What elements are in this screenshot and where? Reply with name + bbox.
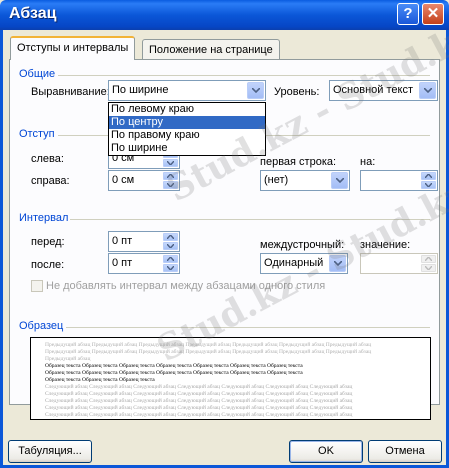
line-spacing-select[interactable]: Одинарный <box>260 253 348 274</box>
spacing-after-spinner[interactable]: 0 пт <box>108 253 180 274</box>
help-button[interactable]: ? <box>397 3 419 25</box>
paragraph-preview: Предыдущий абзац Предыдущий абзац Предыд… <box>30 337 431 420</box>
spacing-after-value: 0 пт <box>112 257 133 269</box>
alignment-option-center[interactable]: По центру <box>109 116 265 129</box>
spacing-section-title: Интервал <box>19 212 69 224</box>
spin-down-icon[interactable] <box>163 159 178 167</box>
indent-right-label: справа: <box>31 175 70 187</box>
preview-sample-line: Образец текста Образец текста Образец те… <box>45 363 303 369</box>
preview-section-title: Образец <box>19 320 64 332</box>
divider <box>266 135 430 136</box>
no-space-same-style-label: Не добавлять интервал между абзацами одн… <box>46 280 326 292</box>
tab-indents-spacing[interactable]: Отступы и интервалы <box>10 36 136 60</box>
spacing-before-value: 0 пт <box>112 235 133 247</box>
chevron-down-icon[interactable] <box>247 82 264 99</box>
preview-next-line: Следующий абзац Следующий абзац Следующи… <box>45 405 353 411</box>
spinner-buttons[interactable] <box>163 233 178 250</box>
close-button[interactable]: ✕ <box>422 3 444 25</box>
spin-up-icon[interactable] <box>163 255 178 263</box>
tab-line-page-breaks[interactable]: Положение на странице <box>142 39 280 61</box>
chevron-down-icon[interactable] <box>419 82 436 99</box>
cancel-button[interactable]: Отмена <box>368 440 442 463</box>
preview-next-line: Следующий абзац Следующий абзац Следующи… <box>45 391 353 397</box>
spinner-buttons[interactable] <box>421 255 436 272</box>
spinner-buttons[interactable] <box>163 172 178 189</box>
level-label: Уровень: <box>274 86 320 98</box>
alignment-value: По ширине <box>112 84 169 96</box>
preview-sample-line: Образец текста Образец текста Образец те… <box>45 377 155 383</box>
window-title: Абзац <box>9 5 57 22</box>
indent-left-label: слева: <box>31 153 64 165</box>
spin-down-icon[interactable] <box>421 181 436 189</box>
spacing-before-label: перед: <box>31 236 65 248</box>
preview-sample-line: Образец текста Образец текста Образец те… <box>45 370 303 376</box>
tabs-button[interactable]: Табуляция... <box>8 440 92 463</box>
first-line-value: (нет) <box>264 174 289 186</box>
line-spacing-at-label: значение: <box>360 239 411 251</box>
alignment-option-justify[interactable]: По ширине <box>109 142 265 155</box>
first-line-by-label: на: <box>360 156 376 168</box>
spin-down-icon[interactable] <box>163 264 178 272</box>
no-space-same-style-checkbox[interactable] <box>31 280 43 292</box>
alignment-option-left[interactable]: По левому краю <box>109 103 265 116</box>
chevron-down-icon[interactable] <box>331 172 348 189</box>
line-spacing-at-spinner[interactable] <box>360 253 438 274</box>
preview-next-line: Следующий абзац Следующий абзац Следующи… <box>45 412 353 418</box>
spin-down-icon[interactable] <box>421 264 436 272</box>
level-select[interactable]: Основной текст <box>329 80 438 101</box>
preview-previous-line: Предыдущий абзац Предыдущий абзац Предыд… <box>45 349 372 355</box>
first-line-select[interactable]: (нет) <box>260 170 350 191</box>
spin-down-icon[interactable] <box>163 242 178 250</box>
alignment-select[interactable]: По ширине <box>108 80 266 101</box>
divider <box>58 135 108 136</box>
spin-down-icon[interactable] <box>163 181 178 189</box>
preview-next-line: Следующий абзац Следующий абзац Следующи… <box>45 398 353 404</box>
preview-previous-line: Предыдущий абзац Предыдущий абзац Предыд… <box>45 342 372 348</box>
alignment-option-right[interactable]: По правому краю <box>109 129 265 142</box>
line-spacing-value: Одинарный <box>264 257 324 269</box>
divider <box>66 327 430 328</box>
spin-up-icon[interactable] <box>163 172 178 180</box>
general-section-title: Общие <box>19 68 56 80</box>
preview-next-line: Следующий абзац Следующий абзац Следующи… <box>45 384 353 390</box>
spacing-before-spinner[interactable]: 0 пт <box>108 231 180 252</box>
spinner-buttons[interactable] <box>421 172 436 189</box>
line-spacing-label: междустрочный: <box>260 239 345 251</box>
divider <box>70 219 430 220</box>
ok-button[interactable]: OK <box>289 440 363 463</box>
indent-section-title: Отступ <box>19 128 55 140</box>
chevron-down-icon[interactable] <box>329 255 346 272</box>
first-line-label: первая строка: <box>260 156 337 168</box>
spacing-after-label: после: <box>31 259 65 271</box>
title-bar[interactable]: Абзац ? ✕ <box>0 0 449 30</box>
spinner-buttons[interactable] <box>163 255 178 272</box>
preview-previous-line: Предыдущий абзац <box>45 356 91 362</box>
indent-right-value: 0 см <box>112 174 135 186</box>
divider <box>58 75 430 76</box>
alignment-dropdown-list[interactable]: По левому краю По центру По правому краю… <box>108 102 266 156</box>
level-value: Основной текст <box>333 84 413 96</box>
spin-up-icon[interactable] <box>421 172 436 180</box>
spin-up-icon[interactable] <box>163 233 178 241</box>
first-line-by-spinner[interactable] <box>360 170 438 191</box>
spin-up-icon[interactable] <box>421 255 436 263</box>
indent-right-spinner[interactable]: 0 см <box>108 170 180 191</box>
alignment-label: Выравнивание: <box>31 86 110 98</box>
